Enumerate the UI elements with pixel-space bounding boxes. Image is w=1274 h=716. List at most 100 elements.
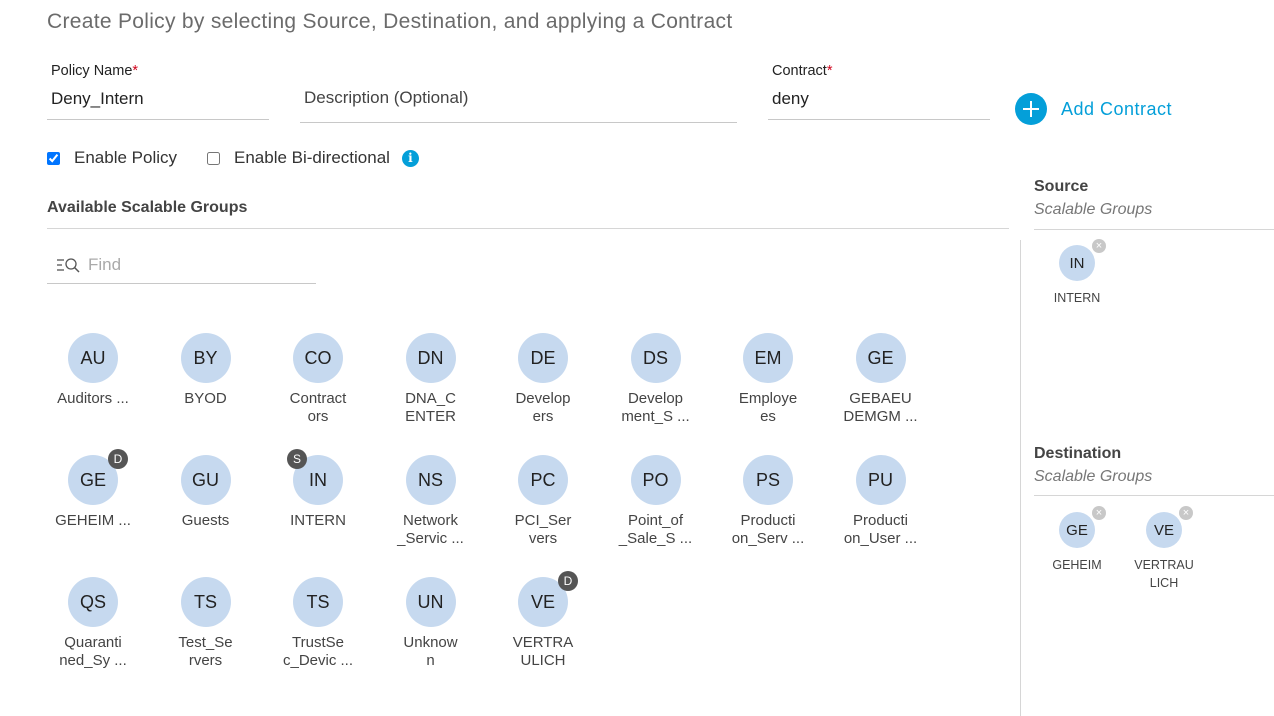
- group-name: TrustSe c_Devic ...: [282, 634, 354, 669]
- info-icon[interactable]: i: [401, 149, 419, 167]
- enable-policy-label: Enable Policy: [74, 148, 178, 167]
- scalable-group-tile[interactable]: PS Producti on_Serv ...: [718, 455, 818, 548]
- group-badge: D: [108, 449, 128, 469]
- scalable-group-tile[interactable]: BY BYOD: [156, 333, 256, 408]
- group-abbr: CO: [304, 347, 332, 368]
- group-name: Develop ers: [515, 390, 571, 425]
- group-name: BYOD: [184, 390, 227, 407]
- destination-selected-group[interactable]: GE × GEHEIM: [1037, 506, 1117, 574]
- scalable-group-tile[interactable]: DN DNA_C ENTER: [381, 333, 481, 426]
- remove-icon[interactable]: ×: [1092, 239, 1106, 253]
- source-header: Source Scalable Groups: [1034, 178, 1152, 219]
- scalable-group-tile[interactable]: PO Point_of _Sale_S ...: [606, 455, 706, 548]
- group-name: Network _Servic ...: [397, 512, 464, 547]
- group-avatar: GE: [1059, 512, 1095, 548]
- scalable-group-tile[interactable]: VE D VERTRA ULICH: [493, 571, 593, 670]
- enable-bidirectional-checkbox[interactable]: [207, 151, 220, 165]
- destination-selected-group[interactable]: VE × VERTRAU LICH: [1124, 506, 1204, 592]
- contract-input[interactable]: [768, 89, 990, 120]
- group-name: Employe es: [738, 390, 798, 425]
- group-avatar: DN: [405, 333, 456, 383]
- enable-policy-option[interactable]: Enable Policy: [47, 148, 177, 168]
- group-abbr: PO: [642, 469, 669, 490]
- scalable-group-tile[interactable]: GE GEBAEU DEMGM ...: [831, 333, 931, 426]
- group-name: Producti on_User ...: [843, 512, 918, 547]
- group-abbr: GE: [1066, 521, 1088, 539]
- description-field: [300, 88, 737, 123]
- scalable-group-tile[interactable]: AU Auditors ...: [43, 333, 143, 408]
- group-abbr: DE: [530, 347, 556, 368]
- scalable-group-tile[interactable]: TS TrustSe c_Devic ...: [268, 577, 368, 670]
- group-avatar: VE: [1146, 512, 1182, 548]
- group-avatar: QS: [68, 577, 118, 627]
- source-subtitle: Scalable Groups: [1034, 201, 1153, 218]
- group-abbr: PS: [755, 469, 780, 490]
- plus-circle-icon: [1015, 93, 1047, 125]
- find-box: [47, 247, 316, 284]
- source-selected-group[interactable]: IN × INTERN: [1037, 239, 1117, 307]
- group-avatar: PU: [855, 455, 906, 505]
- group-abbr: QS: [79, 591, 106, 612]
- scalable-group-tile[interactable]: TS Test_Se rvers: [156, 577, 256, 670]
- group-name: Contract ors: [289, 390, 347, 425]
- remove-icon[interactable]: ×: [1179, 506, 1193, 520]
- scalable-group-tile[interactable]: EM Employe es: [718, 333, 818, 426]
- scalable-group-tile[interactable]: DS Develop ment_S ...: [606, 333, 706, 426]
- scalable-group-tile[interactable]: PC PCI_Ser vers: [493, 455, 593, 548]
- policy-name-label: Policy Name*: [51, 63, 139, 79]
- group-avatar: AU: [68, 333, 118, 383]
- scalable-group-tile[interactable]: NS Network _Servic ...: [381, 455, 481, 548]
- group-avatar: PS: [743, 455, 793, 505]
- remove-icon[interactable]: ×: [1092, 506, 1106, 520]
- group-avatar: IN S: [287, 449, 343, 505]
- group-avatar: CO: [293, 333, 343, 383]
- scalable-group-tile[interactable]: CO Contract ors: [268, 333, 368, 426]
- enable-policy-checkbox[interactable]: [47, 151, 60, 165]
- group-name: INTERN: [290, 512, 346, 529]
- group-abbr: GU: [192, 469, 219, 490]
- scalable-group-tile[interactable]: DE Develop ers: [493, 333, 593, 426]
- group-avatar: GE: [855, 333, 906, 383]
- policy-name-field: Policy Name*: [47, 63, 269, 120]
- group-name: Producti on_Serv ...: [731, 512, 805, 547]
- group-abbr: NS: [417, 469, 443, 490]
- group-badge: D: [558, 571, 578, 591]
- filter-search-icon[interactable]: [56, 257, 82, 273]
- group-abbr: TS: [193, 591, 217, 612]
- group-avatar: GE D: [68, 449, 128, 505]
- scalable-group-tile[interactable]: GU Guests: [156, 455, 256, 530]
- group-name: PCI_Ser vers: [514, 512, 572, 547]
- group-abbr: PC: [530, 469, 556, 490]
- destination-divider: [1034, 495, 1274, 496]
- group-abbr: EM: [754, 347, 782, 368]
- enable-bidirectional-label: Enable Bi-directional: [234, 148, 390, 167]
- policy-name-input[interactable]: [47, 89, 269, 120]
- group-name: Guests: [181, 512, 230, 529]
- scalable-group-tile[interactable]: QS Quaranti ned_Sy ...: [43, 577, 143, 670]
- group-name: Develop ment_S ...: [621, 390, 690, 425]
- description-input[interactable]: [300, 88, 737, 123]
- scalable-group-tile[interactable]: UN Unknow n: [381, 577, 481, 670]
- add-contract-label: Add Contract: [1061, 98, 1173, 119]
- group-abbr: GE: [867, 347, 894, 368]
- group-badge: S: [287, 449, 307, 469]
- add-contract-button[interactable]: Add Contract: [1015, 93, 1172, 125]
- panel-divider: [1020, 240, 1021, 716]
- group-name: VERTRA ULICH: [512, 634, 574, 669]
- find-input[interactable]: [88, 255, 288, 275]
- group-abbr: IN: [1069, 254, 1085, 272]
- group-avatar: EM: [743, 333, 793, 383]
- group-name: GEHEIM ...: [55, 512, 131, 529]
- group-avatar: TS: [293, 577, 343, 627]
- scalable-group-tile[interactable]: GE D GEHEIM ...: [43, 449, 143, 530]
- scalable-group-tile[interactable]: IN S INTERN: [268, 449, 368, 530]
- group-abbr: VE: [530, 591, 555, 612]
- group-abbr: DN: [417, 347, 444, 368]
- divider: [47, 228, 1009, 229]
- scalable-group-tile[interactable]: PU Producti on_User ...: [831, 455, 931, 548]
- group-avatar: BY: [180, 333, 231, 383]
- group-avatar: IN: [1059, 245, 1095, 281]
- group-avatar: UN: [405, 577, 456, 627]
- enable-bidirectional-option[interactable]: Enable Bi-directional i: [207, 148, 419, 168]
- group-abbr: BY: [193, 347, 218, 368]
